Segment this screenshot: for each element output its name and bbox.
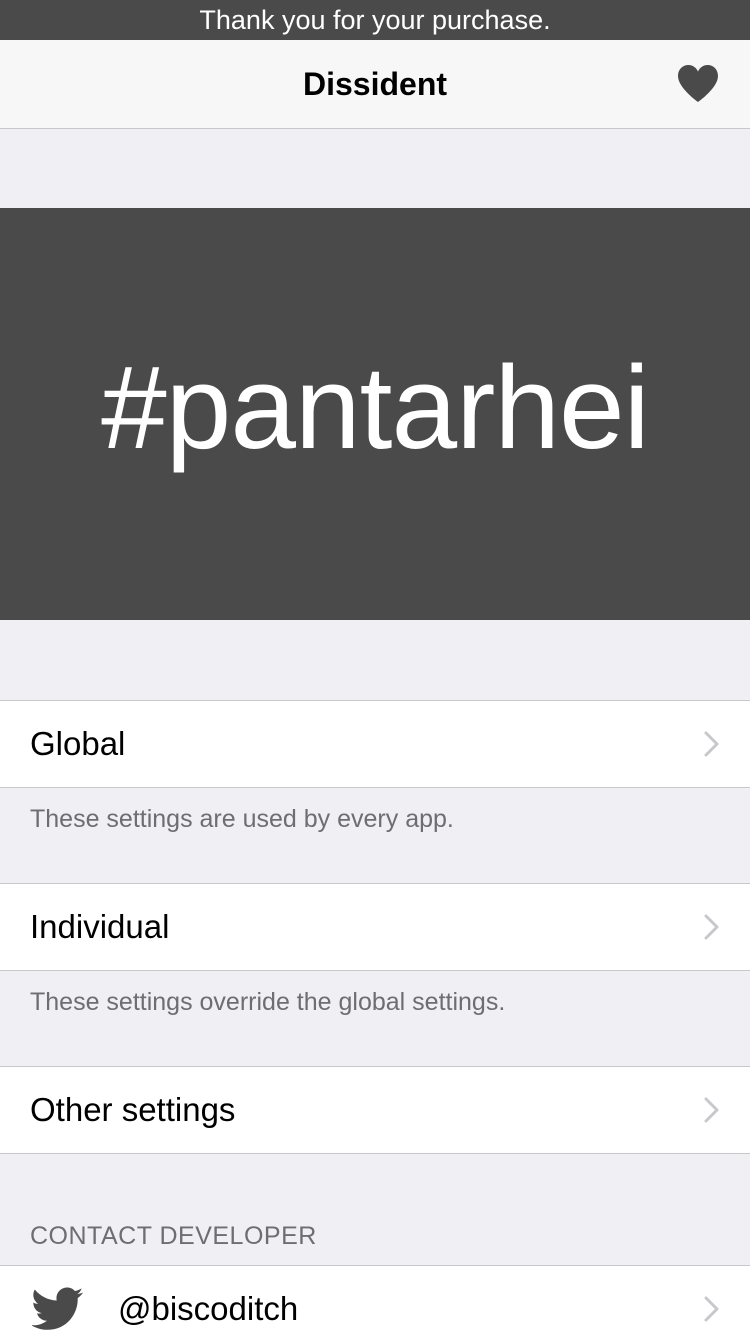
heart-icon[interactable]: [676, 62, 720, 106]
other-settings-row[interactable]: Other settings: [0, 1066, 750, 1154]
individual-settings-row[interactable]: Individual: [0, 883, 750, 971]
twitter-handle: @biscoditch: [118, 1290, 299, 1327]
contact-developer-header: CONTACT DEVELOPER: [30, 1222, 317, 1250]
chevron-right-icon: [704, 731, 720, 757]
twitter-icon: [32, 1286, 84, 1332]
page-title: Dissident: [302, 66, 448, 102]
global-settings-label: Global: [30, 725, 126, 762]
global-settings-row[interactable]: Global: [0, 700, 750, 788]
individual-settings-footer: These settings override the global setti…: [30, 988, 506, 1016]
purchase-banner: Thank you for your purchase.: [0, 0, 750, 40]
chevron-right-icon: [704, 1097, 720, 1123]
hero-banner: #pantarhei: [0, 208, 750, 620]
purchase-banner-text: Thank you for your purchase.: [199, 5, 551, 35]
global-settings-footer: These settings are used by every app.: [30, 805, 454, 833]
navigation-bar: Dissident: [0, 40, 750, 129]
chevron-right-icon: [704, 914, 720, 940]
hero-text: #pantarhei: [101, 342, 650, 474]
individual-settings-label: Individual: [30, 908, 170, 945]
twitter-contact-row[interactable]: @biscoditch: [0, 1265, 750, 1334]
other-settings-label: Other settings: [30, 1091, 236, 1128]
chevron-right-icon: [704, 1296, 720, 1322]
